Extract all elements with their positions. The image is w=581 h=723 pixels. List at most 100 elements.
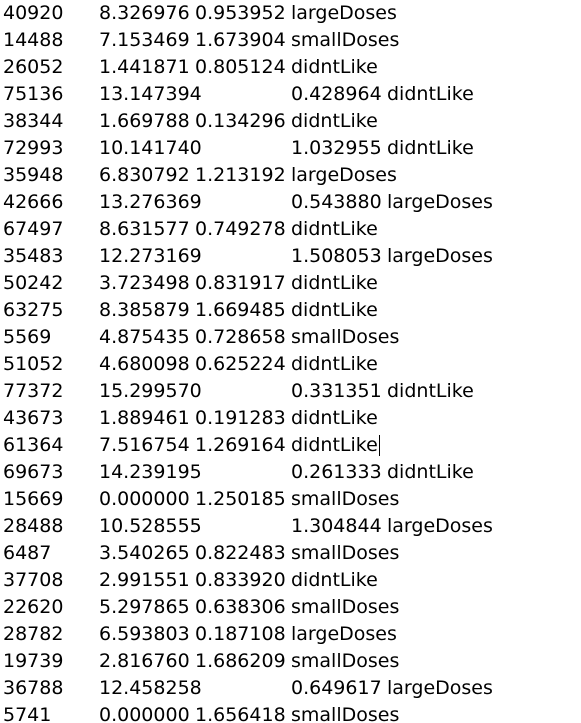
text-field-col-b: 1.250185 (195, 488, 286, 510)
text-field-col-id: 63275 (3, 299, 64, 321)
text-field-col-label: smallDoses (291, 650, 400, 672)
text-field-col-label: largeDoses (387, 191, 493, 213)
text-field-col-id: 40920 (3, 2, 64, 24)
text-field-col-id: 36788 (3, 677, 64, 699)
text-field-col-a: 5.297865 (99, 596, 190, 618)
text-field-col-b: 1.669485 (195, 299, 286, 321)
text-field-col-id: 28782 (3, 623, 64, 645)
text-field-col-a: 10.141740 (99, 137, 202, 159)
text-field-col-id: 69673 (3, 461, 64, 483)
text-line: 36788 12.458258 0.649617 largeDoses (0, 675, 581, 702)
text-field-col-a: 2.816760 (99, 650, 190, 672)
text-field-col-id: 5741 (3, 704, 52, 723)
text-field-col-a: 12.458258 (99, 677, 202, 699)
text-field-col-b: 1.269164 (195, 434, 286, 456)
text-line: 75136 13.147394 0.428964 didntLike (0, 81, 581, 108)
text-field-col-a: 13.147394 (99, 83, 202, 105)
text-field-col-label: smallDoses (291, 488, 400, 510)
text-field-col-id: 75136 (3, 83, 64, 105)
text-field-col-id: 19739 (3, 650, 64, 672)
text-field-col-a: 4.875435 (99, 326, 190, 348)
text-line: 5741 0.000000 1.656418 smallDoses (0, 702, 581, 723)
text-line: 72993 10.141740 1.032955 didntLike (0, 135, 581, 162)
text-field-col-a: 2.991551 (99, 569, 190, 591)
text-field-col-id: 77372 (3, 380, 64, 402)
text-line: 42666 13.276369 0.543880 largeDoses (0, 189, 581, 216)
text-field-col-label: didntLike (291, 110, 378, 132)
text-field-col-b: 1.032955 (291, 137, 382, 159)
text-line: 69673 14.239195 0.261333 didntLike (0, 459, 581, 486)
text-field-col-a: 3.540265 (99, 542, 190, 564)
text-field-col-b: 1.213192 (195, 164, 286, 186)
text-field-col-label: didntLike (291, 434, 378, 456)
text-field-col-label: didntLike (291, 272, 378, 294)
text-field-col-a: 8.326976 (99, 2, 190, 24)
text-field-col-label: largeDoses (291, 623, 397, 645)
text-field-col-a: 8.631577 (99, 218, 190, 240)
text-field-col-id: 14488 (3, 29, 64, 51)
text-line: 6487 3.540265 0.822483 smallDoses (0, 540, 581, 567)
text-editor-content[interactable]: 40920 8.326976 0.953952 largeDoses 14488 7.15… (0, 0, 581, 723)
text-field-col-b: 0.822483 (195, 542, 286, 564)
text-field-col-b: 0.649617 (291, 677, 382, 699)
text-field-col-a: 1.669788 (99, 110, 190, 132)
text-line: 26052 1.441871 0.805124 didntLike (0, 54, 581, 81)
text-field-col-b: 1.304844 (291, 515, 382, 537)
text-field-col-b: 0.187108 (195, 623, 286, 645)
text-field-col-a: 13.276369 (99, 191, 202, 213)
text-field-col-b: 1.686209 (195, 650, 286, 672)
text-field-col-b: 0.331351 (291, 380, 382, 402)
text-caret (378, 435, 380, 456)
text-line: 67497 8.631577 0.749278 didntLike (0, 216, 581, 243)
text-field-col-id: 6487 (3, 542, 52, 564)
text-field-col-label: largeDoses (387, 677, 493, 699)
text-field-col-id: 26052 (3, 56, 64, 78)
text-field-col-id: 38344 (3, 110, 64, 132)
text-field-col-a: 0.000000 (99, 704, 190, 723)
text-field-col-b: 0.191283 (195, 407, 286, 429)
text-field-col-a: 15.299570 (99, 380, 202, 402)
text-field-col-id: 42666 (3, 191, 64, 213)
text-field-col-a: 7.153469 (99, 29, 190, 51)
text-field-col-id: 35483 (3, 245, 64, 267)
text-field-col-label: largeDoses (387, 245, 493, 267)
text-field-col-label: smallDoses (291, 29, 400, 51)
text-field-col-label: didntLike (387, 83, 474, 105)
text-field-col-a: 0.000000 (99, 488, 190, 510)
text-field-col-id: 28488 (3, 515, 64, 537)
text-line: 19739 2.816760 1.686209 smallDoses (0, 648, 581, 675)
text-line: 63275 8.385879 1.669485 didntLike (0, 297, 581, 324)
text-field-col-label: smallDoses (291, 542, 400, 564)
text-field-col-label: smallDoses (291, 704, 400, 723)
text-field-col-label: didntLike (291, 353, 378, 375)
text-field-col-a: 6.830792 (99, 164, 190, 186)
text-field-col-b: 0.831917 (195, 272, 286, 294)
text-field-col-label: largeDoses (387, 515, 493, 537)
text-field-col-label: didntLike (291, 407, 378, 429)
text-field-col-id: 15669 (3, 488, 64, 510)
text-field-col-a: 14.239195 (99, 461, 202, 483)
text-field-col-b: 0.134296 (195, 110, 286, 132)
text-field-col-a: 10.528555 (99, 515, 202, 537)
text-field-col-id: 50242 (3, 272, 64, 294)
text-field-col-label: smallDoses (291, 326, 400, 348)
text-field-col-b: 0.543880 (291, 191, 382, 213)
text-line: 61364 7.516754 1.269164 didntLike (0, 432, 581, 459)
text-field-col-b: 0.428964 (291, 83, 382, 105)
text-line: 22620 5.297865 0.638306 smallDoses (0, 594, 581, 621)
text-field-col-a: 7.516754 (99, 434, 190, 456)
text-field-col-id: 37708 (3, 569, 64, 591)
text-line: 38344 1.669788 0.134296 didntLike (0, 108, 581, 135)
text-field-col-b: 0.728658 (195, 326, 286, 348)
text-field-col-b: 0.625224 (195, 353, 286, 375)
text-line: 28488 10.528555 1.304844 largeDoses (0, 513, 581, 540)
text-line: 28782 6.593803 0.187108 largeDoses (0, 621, 581, 648)
text-field-col-b: 1.656418 (195, 704, 286, 723)
text-field-col-b: 0.261333 (291, 461, 382, 483)
text-field-col-a: 1.889461 (99, 407, 190, 429)
text-line: 50242 3.723498 0.831917 didntLike (0, 270, 581, 297)
text-field-col-b: 0.953952 (195, 2, 286, 24)
text-field-col-id: 61364 (3, 434, 64, 456)
text-field-col-a: 3.723498 (99, 272, 190, 294)
text-field-col-label: largeDoses (291, 2, 397, 24)
